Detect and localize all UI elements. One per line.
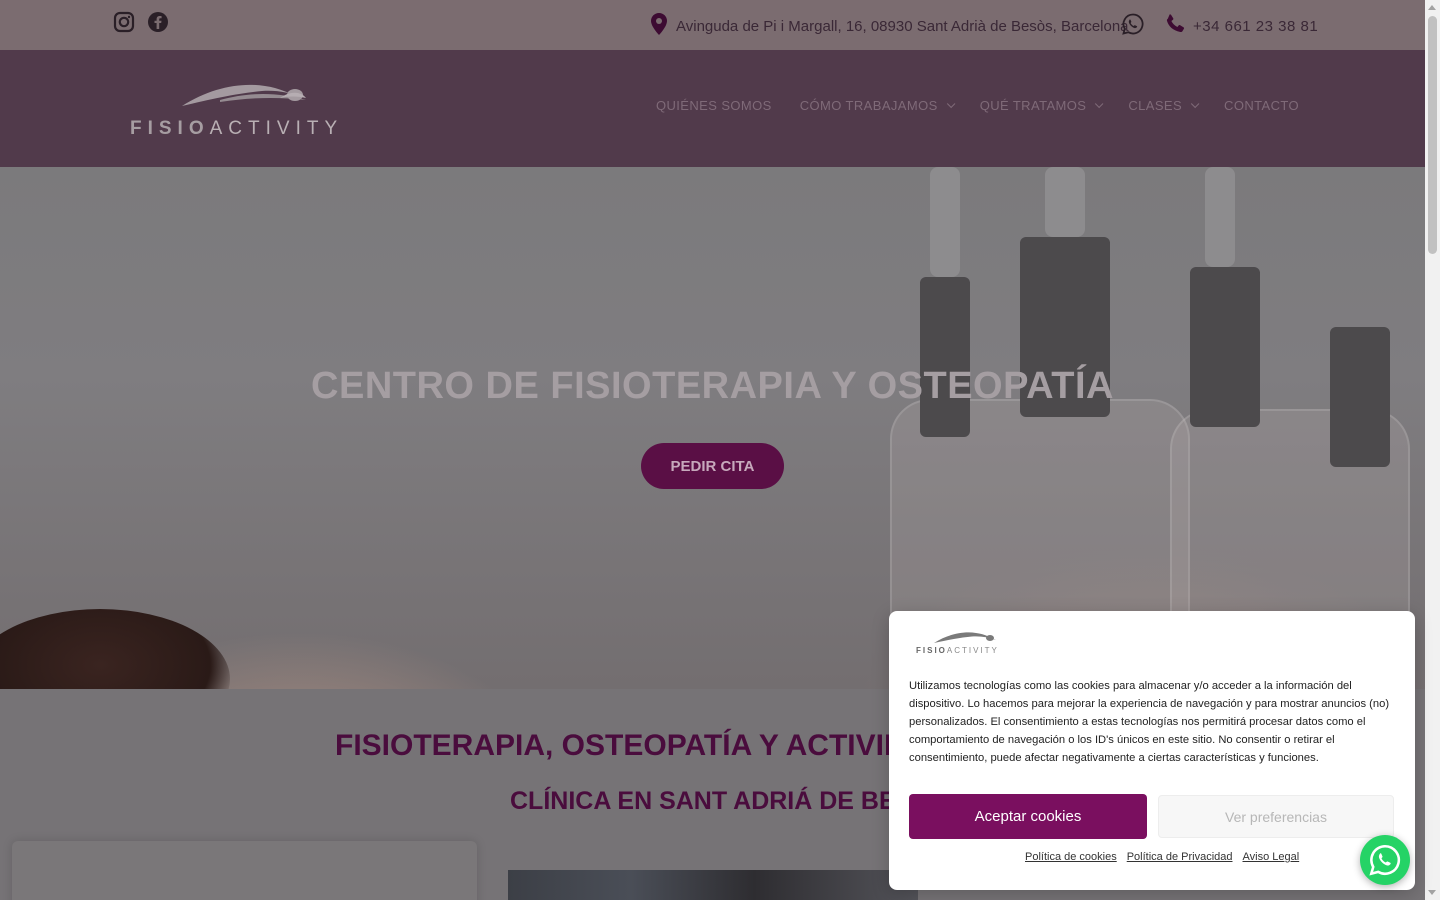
scrollbar-thumb[interactable] [1428,16,1437,254]
content-card [12,841,477,900]
top-bar: Avinguda de Pi i Margall, 16, 08930 Sant… [0,0,1425,50]
chevron-down-icon [1095,99,1104,108]
nav-label: CÓMO TRABAJAMOS [799,98,938,113]
phone-number: +34 661 23 38 81 [1193,18,1319,35]
nav-item-como-trabajamos[interactable]: CÓMO TRABAJAMOS [799,98,956,113]
hero-image-cup-neck [920,277,970,437]
site-header: FISIOACTIVITY QUIÉNES SOMOS CÓMO TRABAJA… [0,50,1425,167]
hero-image-cup-cap [1205,167,1235,267]
phone-link[interactable]: +34 661 23 38 81 [1163,12,1318,41]
whatsapp-chat-button[interactable] [1360,835,1410,885]
cookie-banner-logo: FISIOACTIVITY [914,629,1009,655]
site-logo[interactable]: FISIOACTIVITY [130,78,360,140]
cookie-consent-banner: FISIOACTIVITY Utilizamos tecnologías com… [889,611,1415,890]
chevron-down-icon [1190,99,1200,108]
chevron-down-icon [946,99,956,108]
section-title: FISIOTERAPIA, OSTEOPATÍA Y ACTIVIDAD [335,729,949,762]
main-nav: QUIÉNES SOMOS CÓMO TRABAJAMOS QUÉ TRATAM… [656,98,1299,113]
nav-label: QUIÉNES SOMOS [656,98,772,113]
logo-text: FISIOACTIVITY [130,118,343,140]
location-pin-icon [650,12,668,41]
cookie-logo-text-light: ACTIVITY [946,646,999,655]
page-scrollbar[interactable] [1425,0,1440,900]
nav-item-que-tratamos[interactable]: QUÉ TRATAMOS [979,98,1104,113]
whatsapp-icon[interactable] [1121,12,1145,36]
cookie-policy-links: Política de cookies Política de Privacid… [1025,851,1299,863]
social-links [113,11,169,33]
nav-item-contacto[interactable]: CONTACTO [1224,98,1299,113]
address[interactable]: Avinguda de Pi i Margall, 16, 08930 Sant… [650,12,1129,41]
facebook-icon[interactable] [147,11,169,33]
accept-cookies-button[interactable]: Aceptar cookies [909,794,1147,839]
instagram-icon[interactable] [113,11,135,33]
cookie-logo-text: FISIOACTIVITY [916,646,999,655]
hero-image-cup-cap [930,167,960,277]
nav-label: QUÉ TRATAMOS [979,98,1087,113]
logo-text-light: ACTIVITY [209,118,344,139]
cookie-message: Utilizamos tecnologías como las cookies … [909,680,1390,764]
clinic-photo [508,870,918,900]
cookie-policy-link[interactable]: Política de cookies [1025,851,1117,863]
privacy-policy-link[interactable]: Política de Privacidad [1127,851,1233,863]
address-text: Avinguda de Pi i Margall, 16, 08930 Sant… [676,18,1129,35]
legal-notice-link[interactable]: Aviso Legal [1243,851,1300,863]
scroll-up-arrow-icon[interactable] [1428,5,1436,10]
hero-image-hair [0,609,230,689]
nav-item-quienes-somos[interactable]: QUIÉNES SOMOS [656,98,772,113]
logo-swimmer-icon [934,632,996,643]
logo-text-bold: FISIO [130,118,210,139]
whatsapp-icon [1369,844,1401,876]
book-appointment-button[interactable]: PEDIR CITA [641,443,784,489]
cookie-logo-text-bold: FISIO [916,646,947,655]
view-preferences-button[interactable]: Ver preferencias [1158,795,1394,838]
scroll-down-arrow-icon[interactable] [1428,890,1436,895]
nav-label: CONTACTO [1224,98,1299,113]
logo-swimmer-icon [182,84,306,106]
nav-label: CLASES [1128,98,1183,113]
hero-title: CENTRO DE FISIOTERAPIA Y OSTEOPATÍA [311,365,1114,407]
hero-image-cup-cap [1045,167,1085,237]
section-subtitle: CLÍNICA EN SANT ADRIÁ DE BESÒ [510,787,932,815]
nav-item-clases[interactable]: CLASES [1128,98,1200,113]
phone-icon [1163,12,1187,41]
